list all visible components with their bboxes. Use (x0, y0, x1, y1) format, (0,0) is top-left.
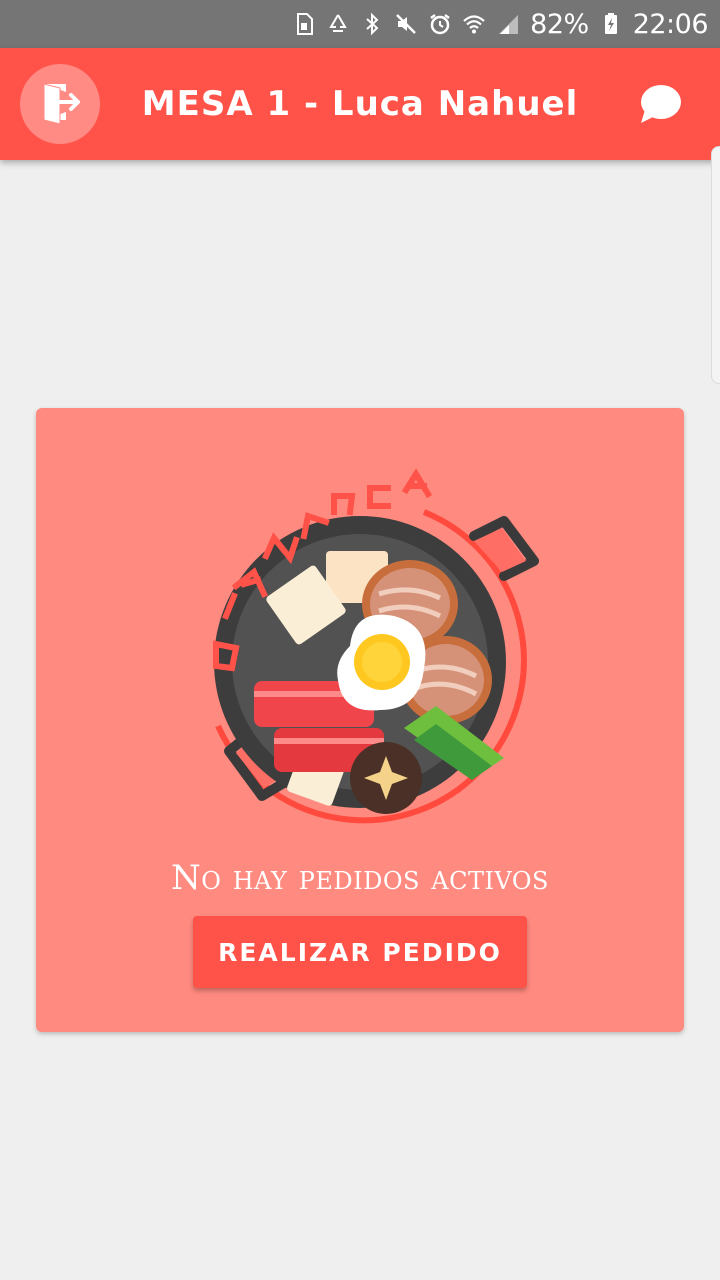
signal-icon (496, 12, 520, 36)
chat-bubble-icon (636, 85, 684, 132)
battery-percent: 82% (530, 8, 589, 40)
wifi-icon (462, 12, 486, 36)
empty-orders-card: No hay pedidos activos REALIZAR PEDIDO (36, 408, 684, 1032)
battery-icon (599, 12, 623, 36)
page-title: MESA 1 - Luca Nahuel (141, 84, 579, 124)
bluetooth-icon (360, 12, 384, 36)
chat-button[interactable] (636, 80, 684, 128)
clock: 22:06 (632, 8, 709, 40)
app-bar: MESA 1 - Luca Nahuel (0, 48, 720, 160)
recycle-icon (326, 12, 350, 36)
empty-orders-message: No hay pedidos activos (171, 858, 549, 898)
sd-card-icon (292, 12, 316, 36)
place-order-button[interactable]: REALIZAR PEDIDO (193, 916, 527, 988)
mute-icon (394, 12, 418, 36)
exit-button[interactable] (20, 64, 100, 144)
alarm-icon (428, 12, 452, 36)
exit-door-icon (36, 78, 84, 130)
restaurant-logo (174, 466, 546, 838)
scroll-indicator (711, 146, 720, 384)
status-bar: 82% 22:06 (0, 0, 720, 48)
